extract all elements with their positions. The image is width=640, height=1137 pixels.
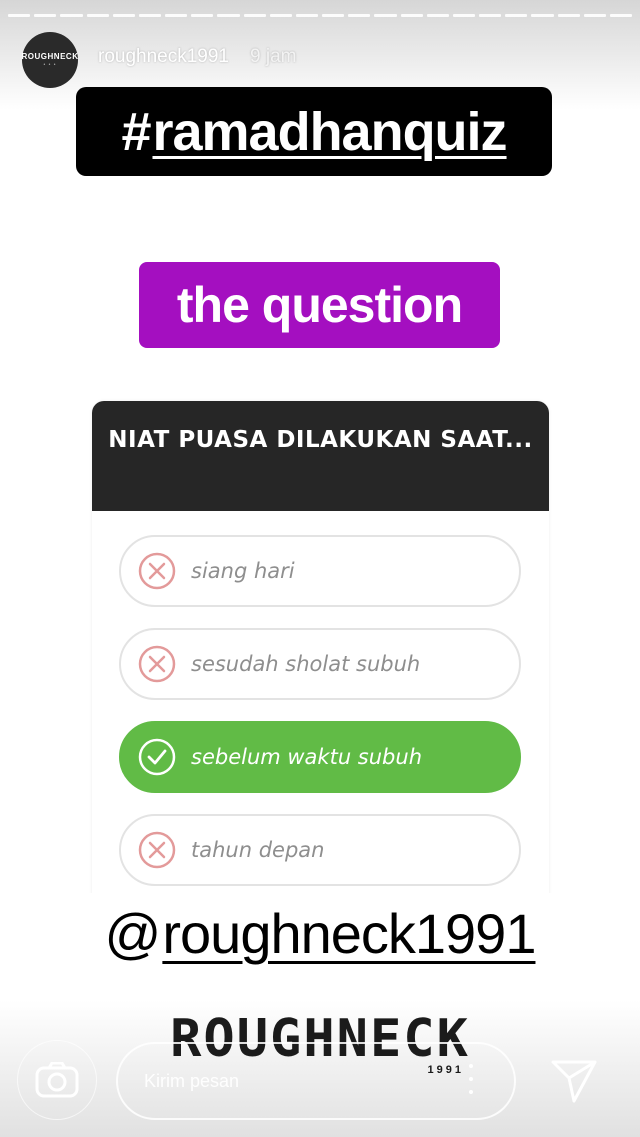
story-username[interactable]: roughneck1991	[98, 46, 229, 68]
story-timestamp: 9 jam	[250, 46, 297, 67]
progress-segment	[295, 14, 319, 17]
quiz-option-3-correct[interactable]: sebelum waktu subuh	[119, 721, 521, 793]
progress-segment	[34, 14, 57, 17]
progress-segment	[191, 14, 214, 17]
progress-segment	[609, 14, 633, 17]
progress-segment	[217, 14, 240, 17]
avatar[interactable]: ROUGHNECK • • •	[22, 32, 78, 88]
reply-message-input[interactable]	[116, 1042, 516, 1120]
hashtag-symbol: #	[121, 101, 151, 162]
progress-segment	[400, 14, 423, 17]
more-options-icon[interactable]	[466, 1064, 476, 1094]
quiz-option-4[interactable]: tahun depan	[119, 814, 521, 886]
progress-segment	[426, 14, 449, 17]
progress-segment	[112, 14, 135, 17]
hashtag-sticker[interactable]: # ramadhanquiz	[76, 87, 552, 176]
send-direct-icon[interactable]	[550, 1058, 598, 1104]
quiz-option-label: sesudah sholat subuh	[191, 652, 421, 676]
quiz-option-2[interactable]: sesudah sholat subuh	[119, 628, 521, 700]
mention-at-symbol: @	[104, 901, 162, 965]
progress-segment	[60, 14, 83, 17]
question-tag-sticker: the question	[139, 262, 500, 348]
camera-icon	[35, 1062, 79, 1098]
progress-segment	[165, 14, 188, 17]
camera-button[interactable]	[17, 1040, 97, 1120]
quiz-question: NIAT PUASA DILAKUKAN SAAT...	[92, 401, 549, 511]
progress-segment	[269, 14, 292, 17]
progress-segment	[531, 14, 554, 17]
story-progress-bar	[8, 14, 633, 17]
check-circle-icon	[138, 738, 176, 776]
hashtag-word: ramadhanquiz	[152, 101, 507, 162]
progress-segment	[374, 14, 397, 17]
quiz-option-1[interactable]: siang hari	[119, 535, 521, 607]
progress-segment	[243, 14, 266, 17]
avatar-brand-text: ROUGHNECK	[21, 52, 79, 61]
progress-segment	[583, 14, 606, 17]
mention-sticker[interactable]: @ roughneck1991	[70, 893, 570, 973]
progress-segment	[557, 14, 580, 17]
progress-segment	[479, 14, 502, 17]
progress-segment	[348, 14, 371, 17]
quiz-option-label: tahun depan	[191, 838, 325, 862]
progress-segment	[8, 14, 31, 17]
progress-segment	[505, 14, 528, 17]
progress-segment	[452, 14, 476, 17]
progress-segment	[86, 14, 109, 17]
progress-segment	[138, 14, 162, 17]
wrong-x-icon	[138, 831, 176, 869]
quiz-option-label: siang hari	[191, 559, 295, 583]
wrong-x-icon	[138, 645, 176, 683]
quiz-sticker: NIAT PUASA DILAKUKAN SAAT... siang hari …	[92, 401, 549, 899]
mention-handle: roughneck1991	[162, 901, 536, 965]
quiz-option-label: sebelum waktu subuh	[191, 745, 423, 769]
progress-segment	[322, 14, 345, 17]
wrong-x-icon	[138, 552, 176, 590]
avatar-dots: • • •	[43, 62, 57, 68]
